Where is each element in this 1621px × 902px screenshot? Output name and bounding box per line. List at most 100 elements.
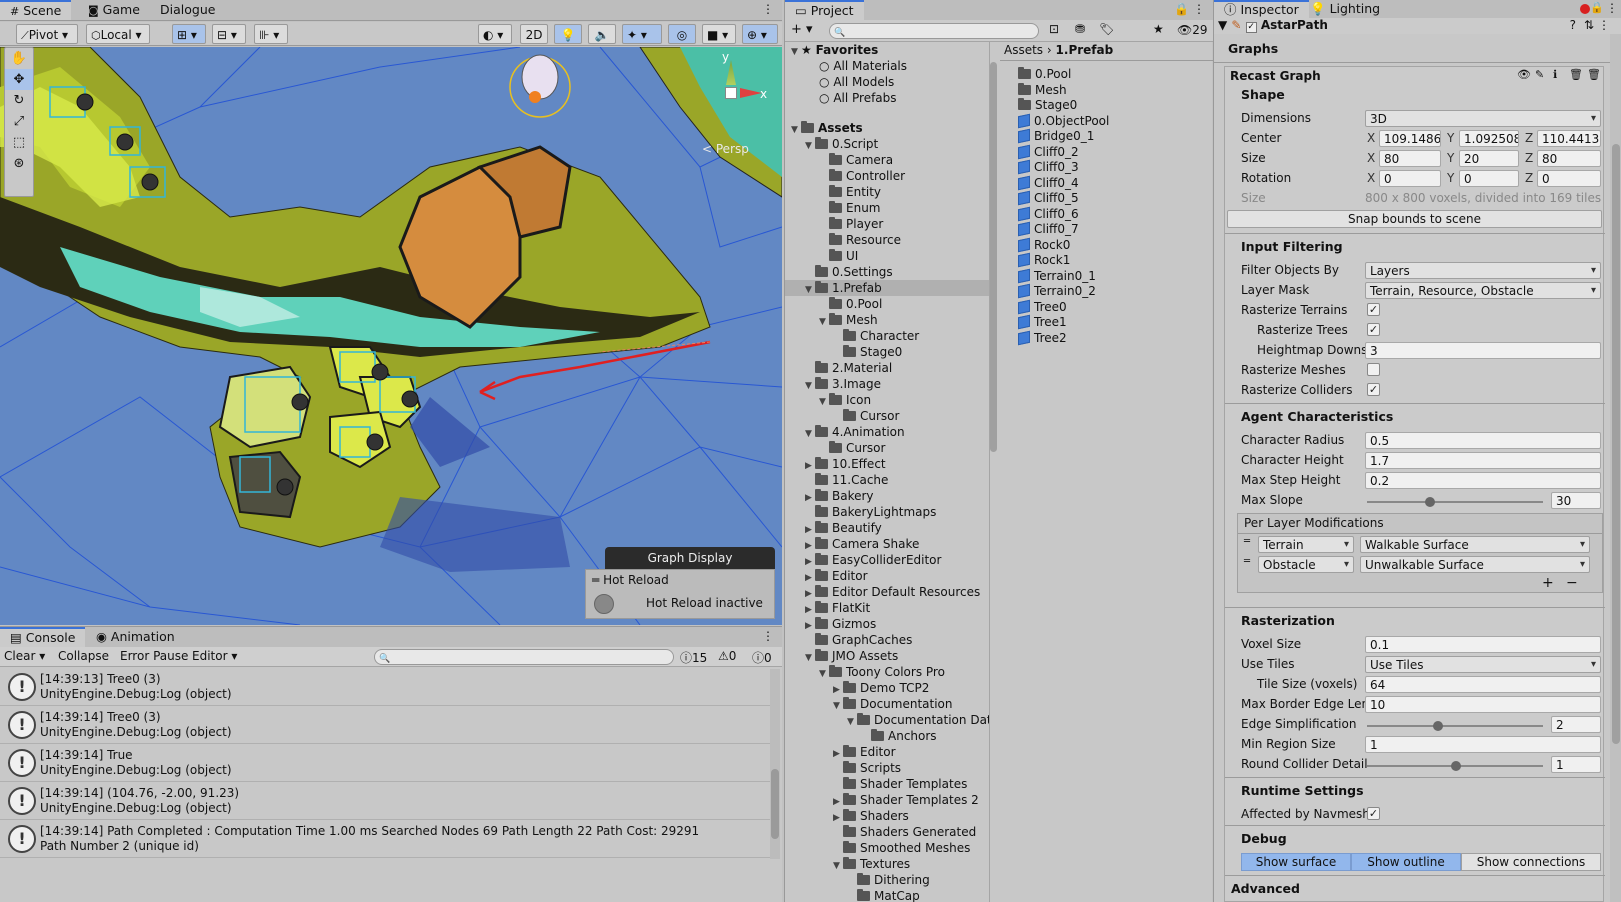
- center-y-field[interactable]: 1.092508: [1459, 130, 1519, 147]
- folder-tree-item[interactable]: 2.Material: [785, 360, 989, 376]
- graph-visibility-icon[interactable]: 👁: [1517, 68, 1531, 81]
- graph-display-header[interactable]: Graph Display: [605, 547, 775, 569]
- remove-modification-button[interactable]: −: [1566, 576, 1578, 590]
- edge-simplification-field[interactable]: 2: [1551, 716, 1601, 733]
- rotation-y-field[interactable]: 0: [1459, 170, 1519, 187]
- folder-tree-item[interactable]: ▼ Toony Colors Pro: [785, 664, 989, 680]
- log-entry[interactable]: ! [14:39:13] Tree0 (3) UnityEngine.Debug:L…: [0, 669, 775, 706]
- edge-simplification-slider[interactable]: [1367, 721, 1543, 731]
- folder-tree-item[interactable]: ▼ Documentation: [785, 696, 989, 712]
- graph-rename-icon[interactable]: ✎: [1535, 68, 1544, 81]
- round-collider-field[interactable]: 1: [1551, 756, 1601, 773]
- log-entry[interactable]: ! [14:39:14] True UnityEngine.Debug:Log (o…: [0, 745, 775, 782]
- prefab-item[interactable]: Cliff0_5: [1018, 190, 1079, 206]
- slider-knob[interactable]: [1433, 721, 1443, 731]
- console-scrollbar[interactable]: [770, 669, 780, 859]
- folder-tree-item[interactable]: UI: [785, 248, 989, 264]
- lighting-toggle-icon[interactable]: 💡: [554, 24, 582, 44]
- gizmos-dropdown[interactable]: ⊕ ▾: [742, 24, 778, 44]
- folder-tree-item[interactable]: ▶ Editor Default Resources: [785, 584, 989, 600]
- console-more-icon[interactable]: ⋮: [762, 629, 774, 643]
- folder-tree-item[interactable]: Character: [785, 328, 989, 344]
- folder-tree-item[interactable]: Resource: [785, 232, 989, 248]
- rasterize-colliders-checkbox[interactable]: ✓: [1367, 383, 1380, 396]
- folder-tree-item[interactable]: Anchors: [785, 728, 989, 744]
- warning-count-toggle[interactable]: ⚠0: [718, 649, 736, 663]
- prefab-item[interactable]: Rock1: [1018, 252, 1070, 268]
- hand-tool-icon[interactable]: ✋: [5, 48, 33, 69]
- scale-tool-icon[interactable]: ⤢: [5, 111, 33, 132]
- layer-dropdown[interactable]: Terrain: [1258, 536, 1354, 553]
- folder-tree-item[interactable]: ▼ Textures: [785, 856, 989, 872]
- assets-root[interactable]: ▼ Assets: [791, 120, 863, 136]
- layer-dropdown[interactable]: Obstacle: [1258, 556, 1354, 573]
- help-icon[interactable]: ?: [1570, 18, 1576, 32]
- folder-tree-item[interactable]: ▼ JMO Assets: [785, 648, 989, 664]
- filter-by-dropdown[interactable]: Layers: [1365, 262, 1601, 279]
- folder-tree-item[interactable]: Cursor: [785, 408, 989, 424]
- tab-lighting[interactable]: 💡 Lighting: [1300, 0, 1390, 18]
- folder-tree-item[interactable]: ▶ Bakery: [785, 488, 989, 504]
- folder-tree-item[interactable]: ▼ 0.Script: [785, 136, 989, 152]
- show-surface-button[interactable]: Show surface: [1241, 853, 1351, 871]
- favorite-item[interactable]: ○ All Materials: [819, 58, 907, 74]
- clear-button[interactable]: Clear ▾: [4, 649, 45, 663]
- folder-tree-item[interactable]: ▶ EasyColliderEditor: [785, 552, 989, 568]
- tab-dialogue[interactable]: Dialogue: [150, 0, 225, 20]
- folder-tree-item[interactable]: Controller: [785, 168, 989, 184]
- folder-tree-item[interactable]: 0.Settings: [785, 264, 989, 280]
- log-entry[interactable]: ! [14:39:14] Tree0 (3) UnityEngine.Debug:L…: [0, 707, 775, 744]
- folder-tree-item[interactable]: Shader Templates: [785, 776, 989, 792]
- slider-knob[interactable]: [1425, 497, 1435, 507]
- folder-tree-item[interactable]: ▼ 3.Image: [785, 376, 989, 392]
- size-y-field[interactable]: 20: [1459, 150, 1519, 167]
- max-slope-field[interactable]: 30: [1551, 492, 1601, 509]
- prefab-item[interactable]: Cliff0_4: [1018, 175, 1079, 191]
- local-dropdown[interactable]: ⬡Local ▾: [86, 24, 150, 44]
- graph-delete-icon[interactable]: 🗑: [1569, 68, 1583, 81]
- advanced-header[interactable]: Advanced: [1231, 881, 1300, 896]
- tab-project[interactable]: ▭ Project: [785, 0, 864, 20]
- dimensions-dropdown[interactable]: 3D: [1365, 110, 1601, 127]
- inspector-scrollbar[interactable]: [1610, 34, 1621, 902]
- project-more-icon[interactable]: ⋮: [1193, 2, 1205, 16]
- snap-increment-button[interactable]: ⊟ ▾: [212, 24, 246, 44]
- prefab-item[interactable]: Rock0: [1018, 237, 1070, 253]
- inspector-lock-icon[interactable]: 🔒: [1590, 1, 1604, 14]
- prefab-item[interactable]: Terrain0_1: [1018, 268, 1096, 284]
- folder-tree-item[interactable]: ▶ Editor: [785, 744, 989, 760]
- tab-animation[interactable]: ◉ Animation: [86, 627, 185, 647]
- snap-bounds-button[interactable]: Snap bounds to scene: [1227, 210, 1602, 228]
- persp-label[interactable]: < Persp: [702, 142, 749, 156]
- round-collider-slider[interactable]: [1367, 761, 1543, 771]
- tab-inspector[interactable]: ⓘ Inspector: [1214, 0, 1309, 18]
- folder-tree-item[interactable]: ▶ Beautify: [785, 520, 989, 536]
- folder-item[interactable]: Mesh: [1018, 82, 1067, 98]
- scene-viewport[interactable]: ✋ ✥ ↻ ⤢ ⬚ ⊛ x y < Persp Graph Display ═ …: [0, 47, 782, 625]
- audio-toggle-icon[interactable]: 🔈: [588, 24, 616, 44]
- camera-dropdown[interactable]: ■ ▾: [702, 24, 736, 44]
- min-region-field[interactable]: 1: [1365, 736, 1601, 753]
- size-z-field[interactable]: 80: [1537, 150, 1601, 167]
- enabled-checkbox[interactable]: ✓: [1245, 22, 1257, 33]
- folder-tree-item[interactable]: Shaders Generated: [785, 824, 989, 840]
- prefab-item[interactable]: Bridge0_1: [1018, 128, 1094, 144]
- graph-title[interactable]: Recast Graph: [1230, 69, 1321, 83]
- log-entry[interactable]: ! [14:39:14] (104.76, -2.00, 91.23) UnityE…: [0, 783, 775, 820]
- folder-tree-item[interactable]: 11.Cache: [785, 472, 989, 488]
- folder-tree-item[interactable]: Smoothed Meshes: [785, 840, 989, 856]
- hidden-count[interactable]: 👁29: [1177, 23, 1208, 37]
- use-tiles-dropdown[interactable]: Use Tiles: [1365, 656, 1601, 673]
- collapse-button[interactable]: Collapse: [58, 649, 109, 663]
- grid-snap-button[interactable]: ⊞ ▾: [172, 24, 206, 44]
- pivot-dropdown[interactable]: ⟋Pivot ▾: [16, 24, 78, 44]
- surface-dropdown[interactable]: Walkable Surface: [1360, 536, 1590, 553]
- folder-tree-item[interactable]: Scripts: [785, 760, 989, 776]
- rotation-x-field[interactable]: 0: [1379, 170, 1441, 187]
- move-tool-icon[interactable]: ✥: [5, 69, 33, 90]
- filter-type-icon[interactable]: ⛃: [1075, 22, 1085, 36]
- editor-dropdown[interactable]: Editor ▾: [192, 649, 237, 663]
- folder-tree-item[interactable]: ▼ 4.Animation: [785, 424, 989, 440]
- rotate-tool-icon[interactable]: ↻: [5, 90, 33, 111]
- console-search-input[interactable]: 🔍: [374, 649, 674, 665]
